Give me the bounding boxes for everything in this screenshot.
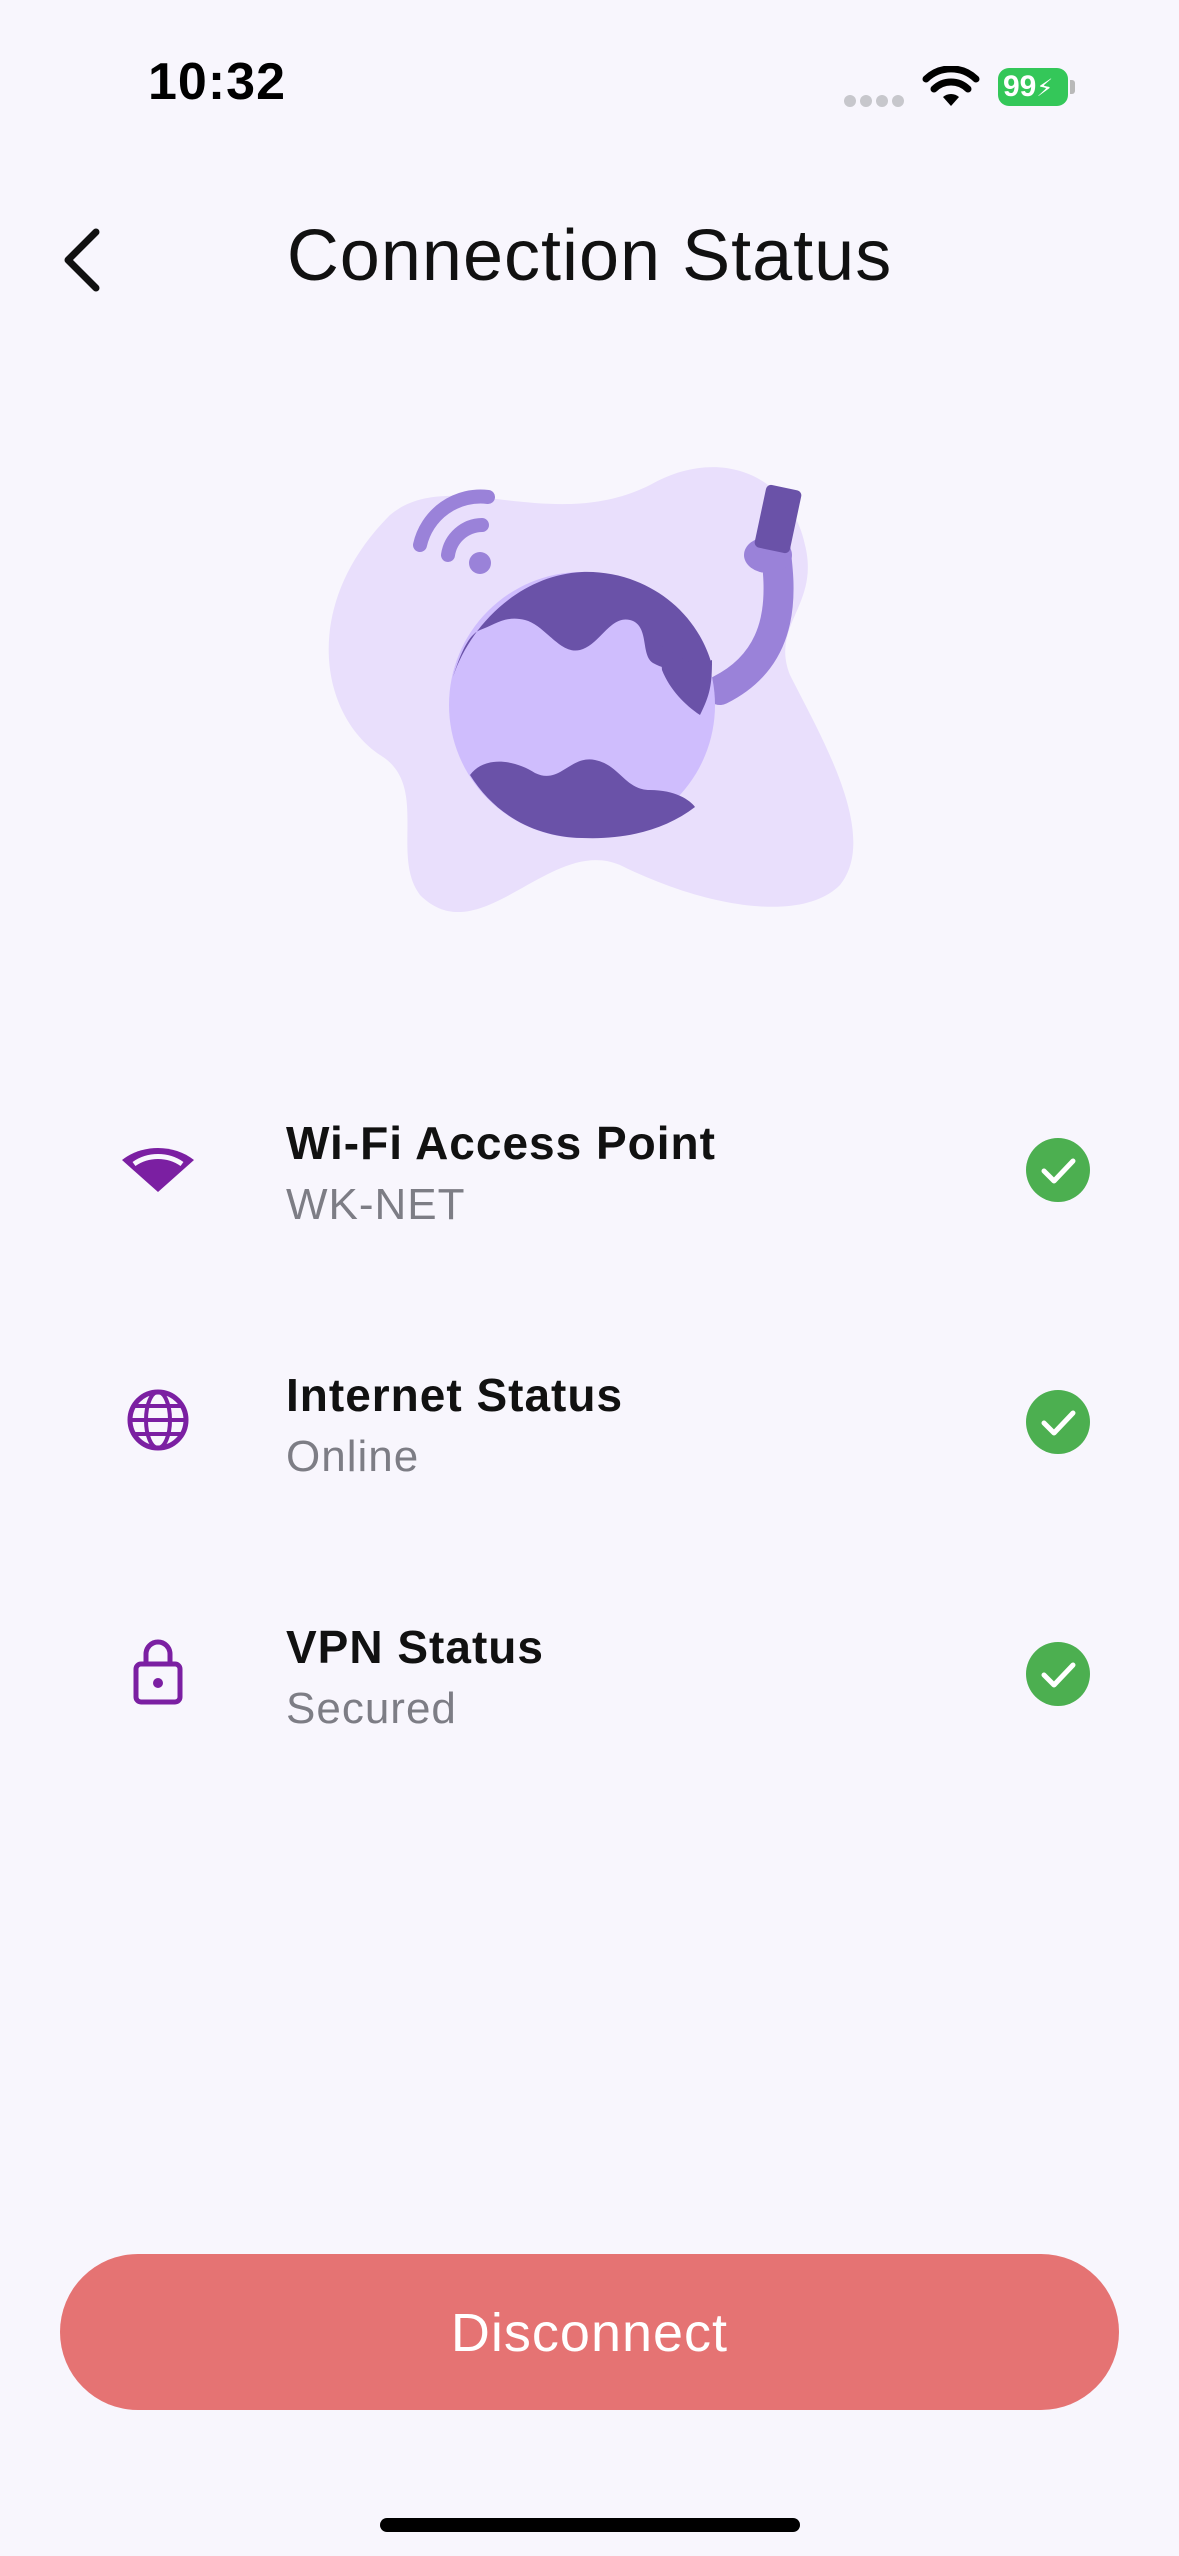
page-title: Connection Status (286, 216, 893, 296)
internet-status-title: Internet Status (286, 1369, 624, 1421)
battery-icon: 99⚡ (998, 68, 1076, 106)
wifi-status-value: WK-NET (286, 1180, 466, 1229)
status-row-vpn: VPN Status Secured (0, 1592, 1179, 1742)
vpn-check-icon (1026, 1642, 1090, 1706)
status-row-wifi: Wi-Fi Access Point WK-NET (0, 1088, 1179, 1238)
vpn-status-value: Secured (286, 1684, 457, 1733)
home-indicator[interactable] (380, 2518, 800, 2532)
globe-icon (127, 1389, 189, 1451)
wifi-check-icon (1026, 1138, 1090, 1202)
battery-level: 99⚡ (998, 68, 1068, 106)
wifi-icon (122, 1148, 194, 1192)
internet-check-icon (1026, 1390, 1090, 1454)
status-row-internet: Internet Status Online (0, 1340, 1179, 1490)
wifi-signal-icon (922, 66, 980, 106)
internet-status-value: Online (286, 1432, 420, 1481)
cellular-signal-icon (844, 95, 904, 107)
lock-icon (133, 1639, 183, 1705)
status-bar: 10:32 99⚡ (0, 0, 1179, 150)
status-time: 10:32 (148, 53, 286, 111)
wifi-status-title: Wi-Fi Access Point (286, 1117, 716, 1169)
disconnect-button[interactable]: Disconnect (60, 2254, 1119, 2410)
vpn-status-title: VPN Status (286, 1621, 544, 1673)
globe-wifi-illustration (328, 467, 854, 913)
